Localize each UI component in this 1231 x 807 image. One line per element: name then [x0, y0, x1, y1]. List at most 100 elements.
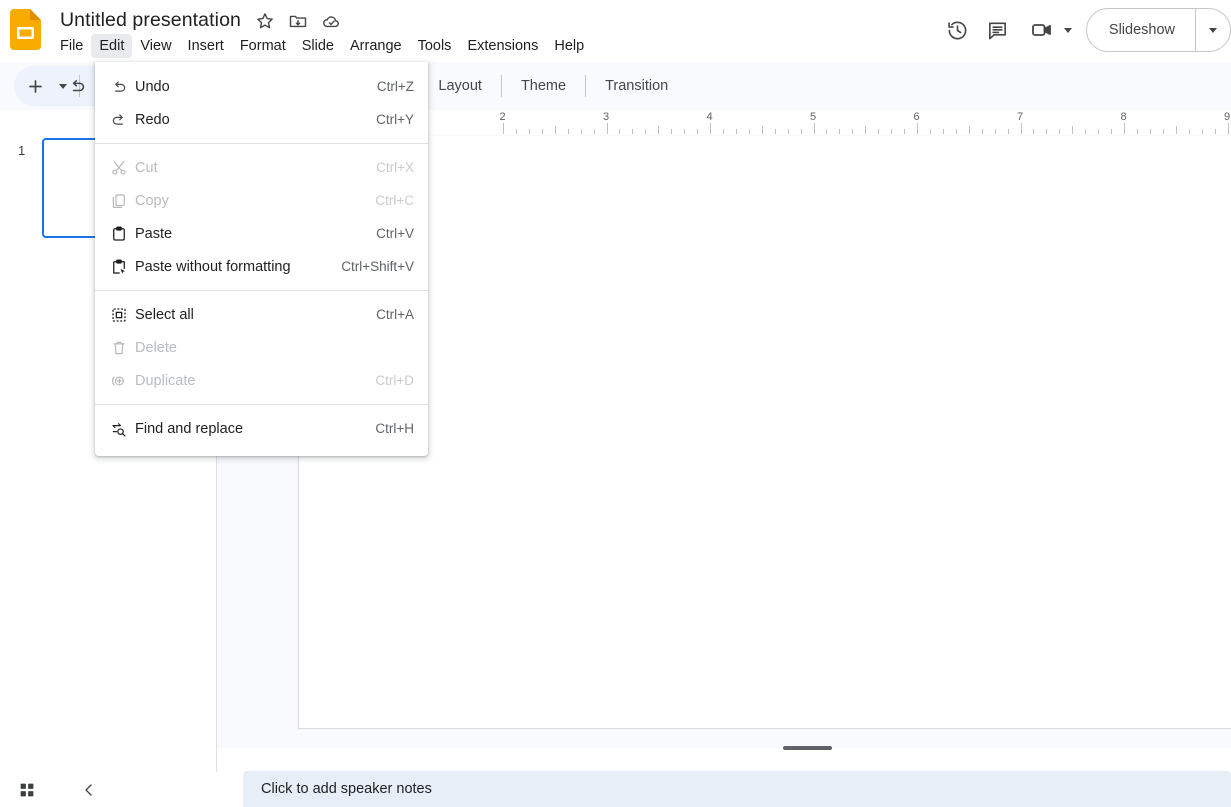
ruler-tick [632, 129, 634, 134]
menu-item-find-and-replace[interactable]: Find and replace Ctrl+H [95, 412, 428, 445]
ruler-tick [826, 129, 828, 134]
ruler-tick [619, 129, 621, 134]
ruler-label: 4 [706, 111, 713, 123]
ruler-tick [942, 129, 944, 134]
menu-help[interactable]: Help [546, 34, 592, 58]
menu-item-paste[interactable]: Paste Ctrl+V [95, 217, 428, 250]
ruler-tick [1124, 123, 1125, 134]
menu-insert[interactable]: Insert [180, 34, 232, 58]
ruler-label: 8 [1120, 111, 1127, 123]
collapse-filmstrip-chevron-left-icon[interactable] [72, 773, 106, 807]
menu-item-label: Paste without formatting [135, 258, 291, 275]
menu-item-shortcut: Ctrl+H [375, 421, 414, 436]
ruler-tick [554, 126, 556, 134]
move-to-folder-icon[interactable] [288, 11, 308, 31]
ruler-tick [1175, 126, 1177, 134]
ruler-tick [697, 129, 699, 134]
bottom-left-bar [0, 772, 217, 807]
menu-item-shortcut: Ctrl+Y [376, 112, 414, 127]
ruler-label: 9 [1224, 111, 1231, 123]
edit-menu-dropdown: Undo Ctrl+Z Redo Ctrl+Y Cut Ctrl+X Copy Ctrl+C P… [95, 62, 428, 456]
chevron-down-icon[interactable] [1063, 27, 1072, 33]
ruler-tick [813, 123, 815, 134]
menu-item-label: Cut [135, 159, 158, 176]
ruler-tick [1227, 123, 1229, 134]
menu-view[interactable]: View [132, 34, 179, 58]
clipboard-icon [95, 217, 135, 250]
menu-item-paste-without-formatting[interactable]: Paste without formatting Ctrl+Shift+V [95, 250, 428, 283]
menu-item-cut: Cut Ctrl+X [95, 151, 428, 184]
ruler-tick [593, 129, 595, 134]
slide-canvas[interactable] [298, 136, 1231, 729]
menu-file[interactable]: File [52, 34, 91, 58]
copy-icon [95, 184, 135, 217]
menu-format[interactable]: Format [232, 34, 294, 58]
duplicate-icon [95, 364, 135, 397]
star-icon[interactable] [255, 11, 275, 31]
ruler-label: 5 [810, 111, 817, 123]
speaker-notes-pane: Click to add speaker notes [217, 755, 1231, 807]
menu-extensions[interactable]: Extensions [459, 34, 546, 58]
ruler-tick [1201, 129, 1203, 134]
slide-number: 1 [18, 143, 26, 158]
find-replace-icon [95, 412, 135, 445]
comment-history-icon[interactable] [978, 10, 1018, 50]
ruler-tick [1020, 123, 1022, 134]
ruler-tick [955, 129, 957, 134]
ruler-tick [503, 123, 504, 134]
grid-view-icon[interactable] [10, 773, 44, 807]
menu-item-shortcut: Ctrl+Z [376, 79, 414, 94]
menu-item-label: Copy [135, 192, 169, 209]
ruler-tick [994, 129, 996, 134]
redo-icon[interactable] [60, 69, 94, 103]
ruler-tick [541, 129, 543, 134]
menu-edit[interactable]: Edit [91, 34, 133, 58]
menu-tools[interactable]: Tools [410, 34, 460, 58]
menu-item-undo[interactable]: Undo Ctrl+Z [95, 70, 428, 103]
menu-item-redo[interactable]: Redo Ctrl+Y [95, 103, 428, 136]
scissors-icon [95, 151, 135, 184]
meet-video-icon[interactable] [1022, 10, 1062, 50]
slideshow-options-chevron-down-icon[interactable] [1196, 9, 1230, 51]
notes-split-handle[interactable] [783, 746, 832, 750]
ruler-tick [865, 126, 867, 134]
cloud-saved-icon[interactable] [321, 11, 341, 31]
chevron-down-glyph [1209, 27, 1217, 33]
ruler-tick [1111, 129, 1113, 134]
menu-divider [95, 143, 428, 144]
google-slides-app: Untitled presentation File Edit View Ins… [0, 0, 1231, 807]
ruler-tick [645, 129, 647, 134]
menu-divider [95, 404, 428, 405]
trash-icon [95, 331, 135, 364]
new-slide-plus-icon[interactable] [18, 69, 52, 103]
title-block: Untitled presentation [57, 5, 244, 35]
ruler-tick [839, 129, 841, 134]
ruler-tick [1007, 129, 1009, 134]
version-history-icon[interactable] [938, 10, 978, 50]
toolbar-divider-6 [585, 75, 587, 97]
ruler-tick [787, 129, 789, 134]
ruler-tick [852, 129, 854, 134]
ruler-label: 3 [603, 111, 610, 123]
ruler-tick [658, 126, 660, 134]
document-title[interactable]: Untitled presentation [57, 5, 244, 35]
speaker-notes-input[interactable]: Click to add speaker notes [243, 771, 1231, 807]
ruler-tick [1162, 129, 1164, 134]
menu-slide[interactable]: Slide [294, 34, 342, 58]
slideshow-button-group: Slideshow [1085, 8, 1231, 52]
menu-arrange[interactable]: Arrange [342, 34, 410, 58]
theme-button[interactable]: Theme [507, 70, 580, 102]
ruler-tick [1085, 129, 1087, 134]
menu-item-select-all[interactable]: Select all Ctrl+A [95, 298, 428, 331]
ruler-tick [891, 129, 893, 134]
menu-item-shortcut: Ctrl+C [375, 193, 414, 208]
ruler-label: 2 [499, 111, 506, 123]
ruler-tick [735, 129, 737, 134]
ruler-tick [671, 129, 673, 134]
layout-button[interactable]: Layout [424, 70, 496, 102]
ruler-tick [1059, 129, 1061, 134]
ruler-tick [1072, 126, 1074, 134]
transition-button[interactable]: Transition [591, 70, 682, 102]
ruler-tick [774, 129, 776, 134]
slideshow-button[interactable]: Slideshow [1087, 9, 1195, 51]
